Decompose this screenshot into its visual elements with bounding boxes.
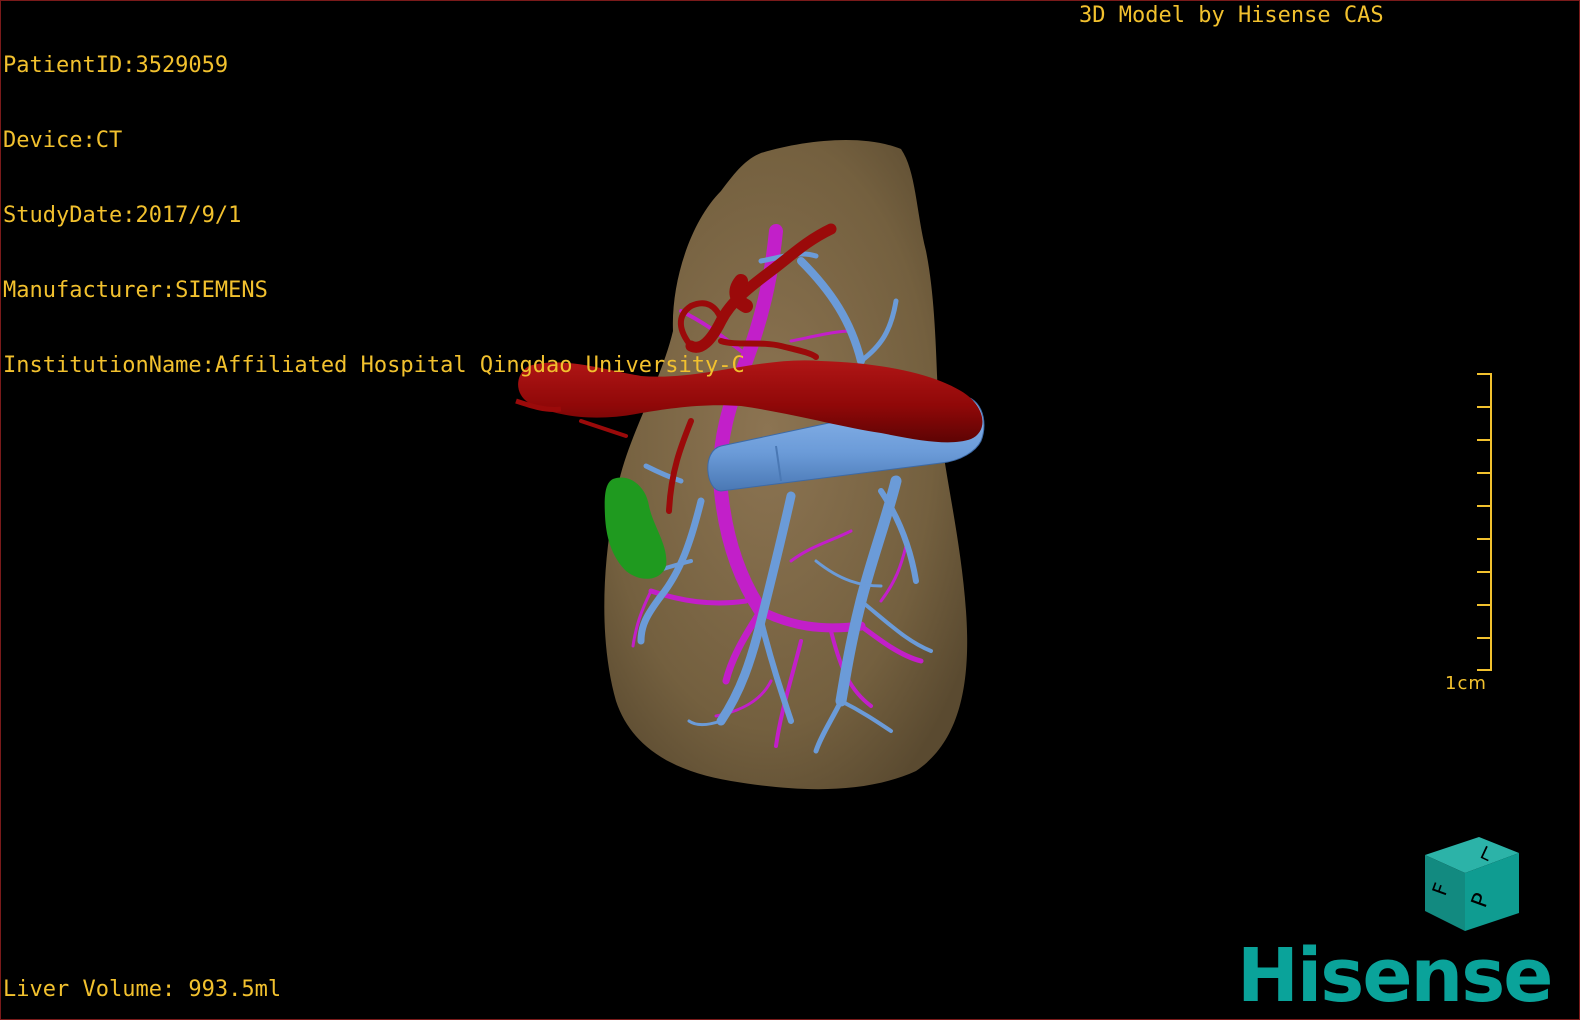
institution-text: InstitutionName:Affiliated Hospital Qing… — [3, 353, 745, 378]
device-text: Device:CT — [3, 128, 123, 153]
manufacturer-text: Manufacturer:SIEMENS — [3, 278, 268, 303]
orientation-cube[interactable]: F L P — [1419, 835, 1529, 945]
model-credit-text: 3D Model by Hisense CAS — [1079, 3, 1384, 28]
scale-label: 1cm — [1445, 673, 1487, 694]
hisense-logo: Hisense — [1237, 933, 1553, 1019]
patient-info-block: PatientID:3529059 Device:CT StudyDate:20… — [3, 3, 745, 428]
scale-bar — [1477, 373, 1492, 671]
study-date-text: StudyDate:2017/9/1 — [3, 203, 242, 228]
patient-id-text: PatientID:3529059 — [3, 53, 229, 78]
3d-viewport[interactable]: PatientID:3529059 Device:CT StudyDate:20… — [0, 0, 1580, 1020]
liver-volume-text: Liver Volume: 993.5ml — [3, 977, 282, 1002]
